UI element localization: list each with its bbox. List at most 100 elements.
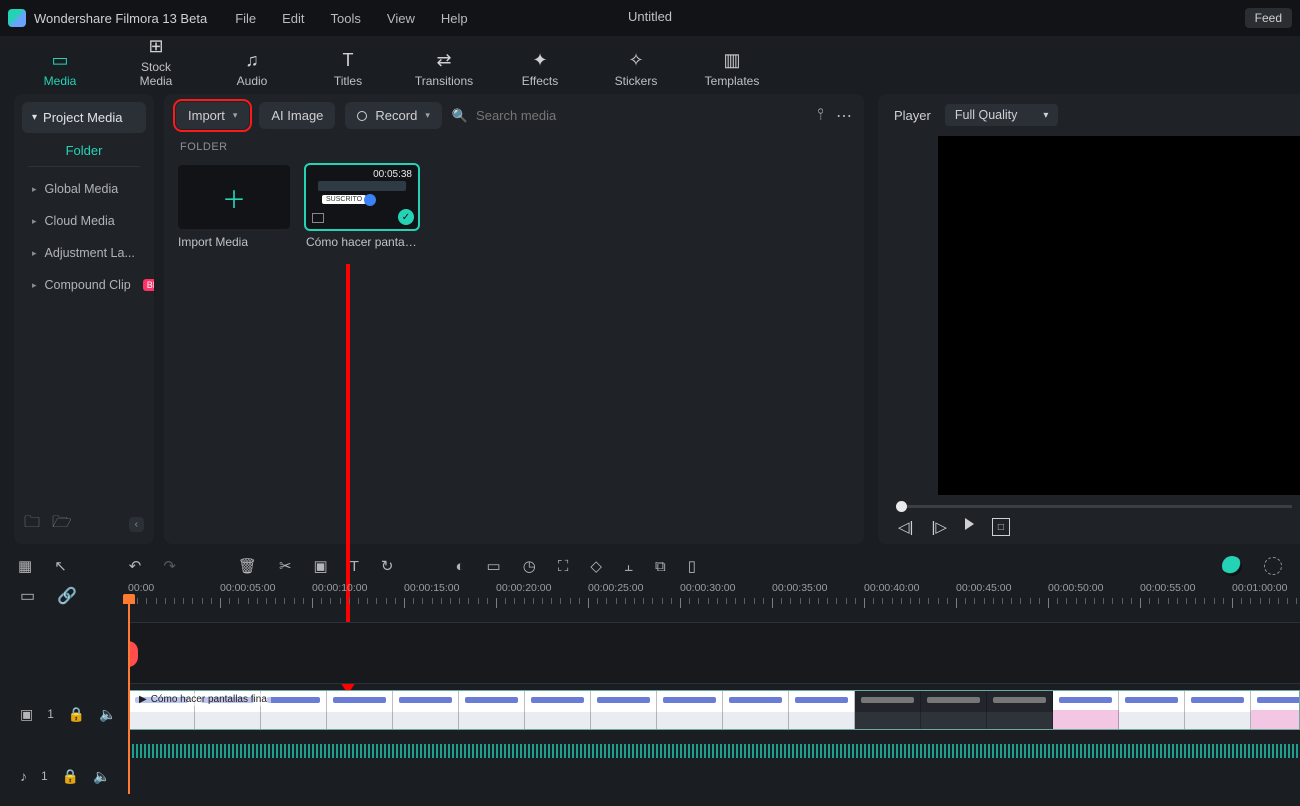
stop-button[interactable]: □	[992, 518, 1010, 536]
tab-stickers[interactable]: ✧ Stickers	[604, 50, 668, 88]
media-clip-tile[interactable]: SUSCRITO 00:05:38 ✓ Cómo hacer pantallas…	[306, 165, 418, 249]
record-button[interactable]: Record ▾	[345, 102, 441, 129]
timeline-ruler[interactable]: 00:0000:00:05:0000:00:10:0000:00:15:0000…	[128, 582, 1300, 622]
tab-stock-label: Stock Media	[124, 60, 188, 88]
timer-icon[interactable]: ◷	[523, 557, 536, 575]
clip-title-overlay: ▶ Cómo hacer pantallas fina	[135, 693, 271, 706]
clip-audio-waveform[interactable]	[128, 744, 1300, 758]
tab-transitions[interactable]: ⇄Transitions	[412, 50, 476, 88]
tab-titles-label: Titles	[316, 74, 380, 88]
menu-help[interactable]: Help	[441, 11, 468, 26]
menu-file[interactable]: File	[235, 11, 256, 26]
tab-stock-media[interactable]: ⊞Stock Media	[124, 36, 188, 88]
media-icon: ▭	[28, 50, 92, 71]
import-media-tile[interactable]: ＋ Import Media	[178, 165, 290, 249]
lock-track-icon[interactable]: 🔒	[68, 706, 85, 723]
sidebar-item-cloud-media[interactable]: ▸Cloud Media	[14, 205, 154, 237]
record-label: Record	[375, 108, 417, 123]
adjust-icon[interactable]: ⫠	[624, 558, 633, 575]
player-panel: Player Full Quality ▾ ◁| |▷ □	[878, 94, 1300, 544]
track-options-icon[interactable]: ▭	[20, 586, 35, 606]
clip-tag: SUSCRITO	[322, 195, 366, 204]
playhead[interactable]	[128, 594, 130, 794]
sidebar-item-compound-clip[interactable]: ▸Compound ClipBETA	[14, 269, 154, 301]
import-button[interactable]: Import ▾	[176, 102, 249, 129]
sidebar-item-adjustment-layer[interactable]: ▸Adjustment La...	[14, 237, 154, 269]
ruler-label: 00:00:40:00	[864, 582, 919, 594]
timeline-drop-zone[interactable]	[128, 622, 1300, 684]
video-track-icon[interactable]: ▣	[20, 706, 33, 723]
sidebar-project-media[interactable]: ▾ Project Media	[22, 102, 146, 133]
player-viewport[interactable]	[938, 136, 1300, 495]
video-track-row: ▣ 1 🔒 🔈 👁 ▶ Cómo hacer pantallas fina	[0, 684, 1300, 744]
undo-icon[interactable]: ↶	[129, 557, 142, 575]
profile-avatar-icon[interactable]	[1222, 556, 1242, 576]
new-folder-icon[interactable]: 🗀	[24, 511, 40, 538]
color-icon[interactable]: ◐	[455, 558, 464, 575]
ai-image-button[interactable]: AI Image	[259, 102, 335, 129]
play-button[interactable]	[965, 518, 974, 530]
quality-value: Full Quality	[955, 108, 1018, 122]
cut-icon[interactable]: ✂	[279, 557, 292, 575]
search-input[interactable]	[476, 108, 636, 123]
sidebar-tab-folder[interactable]: Folder	[14, 133, 154, 164]
collapse-sidebar-icon[interactable]: ‹	[129, 517, 144, 532]
templates-icon: ▥	[700, 50, 764, 71]
search-icon: 🔍	[452, 108, 468, 124]
mute-track-icon[interactable]: 🔈	[99, 706, 116, 723]
tag-icon[interactable]: ◇	[590, 557, 602, 575]
link-tracks-icon[interactable]: 🔗	[57, 586, 77, 606]
tab-stickers-label: Stickers	[604, 74, 668, 88]
timeline-toolbar: ▦ ↖ ↶ ↷ 🗑 ✂ ▣ T ↻ ◐ ▭ ◷ ⛶ ◇ ⫠ ⧉ ▯	[0, 550, 1300, 582]
layout-icon[interactable]: ▦	[18, 557, 32, 575]
camera-icon[interactable]: ▯	[688, 557, 696, 575]
seek-knob[interactable]	[896, 501, 907, 512]
quality-dropdown[interactable]: Full Quality ▾	[945, 104, 1059, 126]
ruler-label: 00:00	[128, 582, 154, 594]
tab-media-label: Media	[28, 74, 92, 88]
menu-view[interactable]: View	[387, 11, 415, 26]
fit-icon[interactable]: ⛶	[558, 558, 569, 575]
tab-templates-label: Templates	[700, 74, 764, 88]
sidebar-item-label: Global Media	[45, 182, 119, 196]
tab-templates[interactable]: ▥ Templates	[700, 50, 764, 88]
ruler-label: 00:00:50:00	[1048, 582, 1103, 594]
stickers-icon: ✧	[604, 50, 668, 71]
sidebar-item-label: Compound Clip	[45, 278, 131, 292]
more-icon[interactable]: ⋯	[836, 106, 852, 126]
new-bin-icon[interactable]: 🗁	[52, 511, 72, 538]
step-forward-button[interactable]: |▷	[931, 518, 946, 536]
delete-icon[interactable]: 🗑	[238, 557, 257, 575]
timeline-clip[interactable]: ▶ Cómo hacer pantallas fina	[128, 690, 1300, 730]
clip-duration: 00:05:38	[373, 169, 412, 180]
tab-titles[interactable]: TTitles	[316, 50, 380, 88]
lock-track-icon[interactable]: 🔒	[62, 768, 79, 785]
cursor-icon[interactable]: ↖	[54, 557, 67, 575]
search-media[interactable]: 🔍	[452, 108, 807, 124]
filter-icon[interactable]: ⫯	[817, 106, 824, 126]
mask-icon[interactable]: ▭	[487, 557, 501, 575]
player-seek-track[interactable]	[896, 505, 1292, 508]
app-name: Wondershare Filmora 13 Beta	[34, 11, 207, 26]
render-settings-icon[interactable]	[1264, 557, 1282, 575]
tab-media[interactable]: ▭ Media	[28, 50, 92, 88]
sidebar-item-global-media[interactable]: ▸Global Media	[14, 173, 154, 205]
link-edits-icon[interactable]: ⧉	[655, 558, 666, 575]
ruler-label: 00:00:25:00	[588, 582, 643, 594]
crop-icon[interactable]: ▣	[314, 557, 328, 575]
menu-edit[interactable]: Edit	[282, 11, 304, 26]
mute-track-icon[interactable]: 🔈	[93, 768, 110, 785]
caret-right-icon: ▸	[32, 280, 37, 291]
redo-icon[interactable]: ↷	[163, 557, 176, 575]
feedback-button[interactable]: Feed	[1245, 8, 1292, 28]
step-back-button[interactable]: ◁|	[898, 518, 913, 536]
tab-effects[interactable]: ✦Effects	[508, 50, 572, 88]
audio-track-icon[interactable]: ♪	[20, 768, 27, 784]
timeline-ruler-row: ▭ 🔗 00:0000:00:05:0000:00:10:0000:00:15:…	[0, 582, 1300, 622]
ai-image-label: AI Image	[271, 108, 323, 123]
tab-audio[interactable]: ♫Audio	[220, 50, 284, 88]
text-tool-icon[interactable]: T	[350, 558, 359, 575]
media-thumbnails: ＋ Import Media SUSCRITO 00:05:38 ✓ Cómo …	[164, 157, 864, 257]
speed-icon[interactable]: ↻	[381, 557, 394, 575]
menu-tools[interactable]: Tools	[331, 11, 361, 26]
